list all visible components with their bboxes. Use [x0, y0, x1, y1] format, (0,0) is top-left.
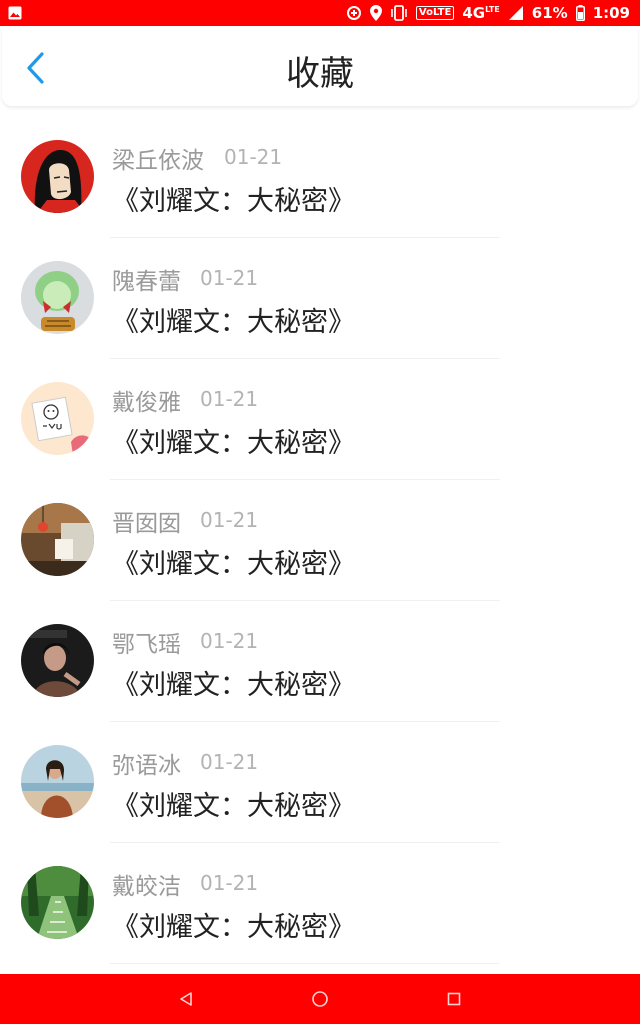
book-title[interactable]: 《刘耀文：大秘密》: [112, 421, 355, 460]
book-title[interactable]: 《刘耀文：大秘密》: [112, 542, 355, 581]
user-name: 戴俊雅: [112, 390, 181, 416]
book-title[interactable]: 《刘耀文：大秘密》: [112, 905, 355, 944]
image-notification-icon: [8, 6, 22, 20]
favorite-date: 01-21: [200, 750, 259, 774]
divider: [110, 963, 500, 964]
list-item[interactable]: 戴俊雅 01-21 《刘耀文：大秘密》: [0, 359, 640, 480]
circle-home-icon: [312, 991, 328, 1007]
favorites-list: 梁丘依波 01-21 《刘耀文：大秘密》 隗春蕾 01-21 《刘耀文：大秘密》: [0, 117, 640, 964]
favorite-date: 01-21: [200, 266, 259, 290]
list-item[interactable]: 鄂飞瑶 01-21 《刘耀文：大秘密》: [0, 601, 640, 722]
header-bar: 收藏: [2, 28, 638, 106]
list-item[interactable]: 隗春蕾 01-21 《刘耀文：大秘密》: [0, 238, 640, 359]
bear-i-love-u-avatar-icon: [21, 382, 94, 455]
user-name: 鄂飞瑶: [112, 632, 181, 658]
list-item[interactable]: 弥语冰 01-21 《刘耀文：大秘密》: [0, 722, 640, 843]
battery-icon: [575, 5, 585, 21]
beach-portrait-avatar-icon: [21, 745, 94, 818]
book-title[interactable]: 《刘耀文：大秘密》: [112, 663, 355, 702]
vibrate-icon: [390, 5, 408, 21]
avatar[interactable]: [21, 261, 94, 334]
avatar[interactable]: [21, 866, 94, 939]
list-item[interactable]: 戴皎洁 01-21 《刘耀文：大秘密》: [0, 843, 640, 964]
avatar[interactable]: [21, 382, 94, 455]
clock: 1:09: [592, 4, 630, 22]
cabbage-avatar-icon: [21, 261, 94, 334]
page-title: 收藏: [286, 54, 354, 94]
dark-portrait-avatar-icon: [21, 624, 94, 697]
user-name: 梁丘依波: [112, 148, 204, 174]
status-bar: VoLTE 4GLTE 61% 1:09: [0, 0, 640, 26]
home-nav-button[interactable]: [307, 986, 333, 1012]
user-name: 晋囡囡: [112, 511, 181, 537]
signal-icon: [508, 5, 524, 21]
avatar[interactable]: [21, 624, 94, 697]
avatar[interactable]: [21, 140, 94, 213]
favorite-date: 01-21: [224, 145, 283, 169]
favorite-date: 01-21: [200, 387, 259, 411]
network-type: 4GLTE: [462, 4, 500, 22]
book-title[interactable]: 《刘耀文：大秘密》: [112, 179, 355, 218]
list-item[interactable]: 晋囡囡 01-21 《刘耀文：大秘密》: [0, 480, 640, 601]
book-title[interactable]: 《刘耀文：大秘密》: [112, 300, 355, 339]
user-name: 戴皎洁: [112, 874, 181, 900]
user-name: 弥语冰: [112, 753, 181, 779]
location-icon: [369, 5, 382, 21]
list-item[interactable]: 梁丘依波 01-21 《刘耀文：大秘密》: [0, 117, 640, 238]
user-name: 隗春蕾: [112, 269, 181, 295]
room-lantern-avatar-icon: [21, 503, 94, 576]
navigation-bar: [0, 974, 640, 1024]
battery-percent: 61%: [531, 4, 568, 22]
recents-nav-button[interactable]: [441, 986, 467, 1012]
cartoon-woman-avatar-icon: [21, 140, 94, 213]
back-nav-button[interactable]: [173, 986, 199, 1012]
favorite-date: 01-21: [200, 629, 259, 653]
avatar[interactable]: [21, 503, 94, 576]
triangle-back-icon: [180, 992, 192, 1006]
volte-badge: VoLTE: [415, 6, 455, 20]
data-saver-icon: [346, 5, 362, 21]
book-title[interactable]: 《刘耀文：大秘密》: [112, 784, 355, 823]
garden-path-avatar-icon: [21, 866, 94, 939]
favorite-date: 01-21: [200, 508, 259, 532]
avatar[interactable]: [21, 745, 94, 818]
square-recents-icon: [447, 992, 461, 1006]
favorite-date: 01-21: [200, 871, 259, 895]
